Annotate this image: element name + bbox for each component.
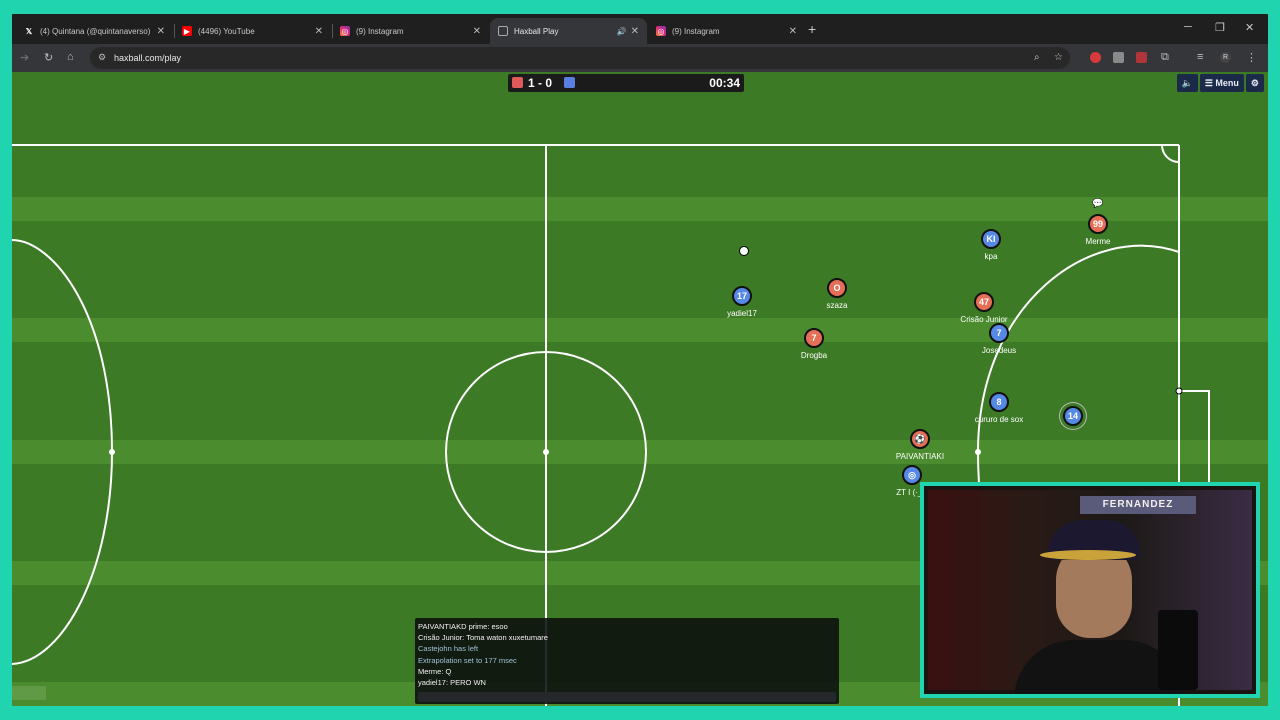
restore-button[interactable]: ❐ <box>1215 21 1225 34</box>
player-disc: KI <box>981 229 1001 249</box>
tab-instagram-2[interactable]: ◎ (9) Instagram ✕ <box>648 18 805 44</box>
chat-bubble-icon: 💬 <box>1092 198 1104 208</box>
extension-icon[interactable] <box>1090 52 1101 63</box>
scoreboard: 1 - 0 00:34 <box>508 74 744 92</box>
tab-strip: 𝕏 (4) Quintana (@quintanaverso) ✕ ▶ (449… <box>12 14 1268 44</box>
player-disc: 8 <box>989 392 1009 412</box>
zoom-icon[interactable]: ⌕ <box>1034 52 1040 63</box>
url-text: haxball.com/play <box>114 53 182 63</box>
toolbar: ➔ ↻ ⌂ ⚙ haxball.com/play ⌕ ☆ ⧉ ≡ R ⋮ <box>12 44 1268 72</box>
tab-x[interactable]: 𝕏 (4) Quintana (@quintanaverso) ✕ <box>16 18 173 44</box>
instagram-icon: ◎ <box>656 26 666 36</box>
player-name: cururo de sox <box>974 415 1024 424</box>
red-team-swatch <box>512 77 523 88</box>
extension-icon[interactable] <box>1113 52 1124 63</box>
haxball-icon <box>498 26 508 36</box>
tab-label: (4) Quintana (@quintanaverso) <box>40 26 151 36</box>
score-text: 1 - 0 <box>528 76 553 90</box>
player-disc: 99 <box>1088 214 1108 234</box>
player-disc: 47 <box>974 292 994 312</box>
site-info-icon[interactable]: ⚙ <box>98 52 106 63</box>
kebab-menu-icon[interactable]: ⋮ <box>1246 51 1257 64</box>
tab-youtube[interactable]: ▶ (4496) YouTube ✕ <box>174 18 331 44</box>
chat-system-message: Extrapolation set to 177 msec <box>418 655 517 665</box>
player-name: Josedeus <box>981 346 1017 355</box>
corner-widget <box>12 686 46 700</box>
player-disc: ◎ <box>902 465 922 485</box>
stream-frame: 𝕏 (4) Quintana (@quintanaverso) ✕ ▶ (449… <box>0 0 1280 720</box>
player-disc: 7 <box>989 323 1009 343</box>
address-bar[interactable]: ⚙ haxball.com/play ⌕ ☆ <box>90 47 1070 69</box>
player-disc-self: 14 <box>1063 406 1083 426</box>
chat-system-message: Castejohn has left <box>418 644 479 654</box>
reload-icon[interactable]: ↻ <box>44 51 53 64</box>
microphone <box>1158 610 1198 690</box>
instagram-icon: ◎ <box>340 26 350 36</box>
x-logo-icon: 𝕏 <box>25 26 33 36</box>
new-tab-button[interactable]: + <box>808 21 816 37</box>
player-name: Crisão Junior <box>960 315 1008 324</box>
bookmark-star-icon[interactable]: ☆ <box>1054 52 1063 63</box>
streamer-cap-brim <box>1040 550 1136 560</box>
close-tab-icon[interactable]: ✕ <box>789 26 797 37</box>
player-name: PAIVANTIAKI <box>895 452 945 461</box>
tab-label: (9) Instagram <box>356 26 404 36</box>
chat-message: Merme: Q <box>418 666 452 676</box>
close-window-button[interactable]: ✕ <box>1245 21 1254 34</box>
extension-icon[interactable] <box>1136 52 1147 63</box>
tab-label: (9) Instagram <box>672 26 720 36</box>
tab-haxball[interactable]: Haxball Play 🔊 ✕ <box>490 18 647 44</box>
profile-avatar[interactable]: R <box>1220 52 1231 63</box>
player-disc: 7 <box>804 328 824 348</box>
webcam-overlay: FERNANDEZ <box>920 482 1260 698</box>
chat-message: yadiel17: PERO WN <box>418 678 486 688</box>
settings-button[interactable]: ⚙ <box>1245 74 1264 92</box>
chat-message: Crisão Junior: Toma waton xuxetumare <box>418 633 548 643</box>
webcam-sign: FERNANDEZ <box>1080 496 1196 514</box>
player-name: Drogba <box>800 351 828 360</box>
player-name: Merme <box>1085 237 1111 246</box>
menu-button[interactable]: ☰ Menu <box>1199 74 1244 92</box>
tab-instagram[interactable]: ◎ (9) Instagram ✕ <box>332 18 489 44</box>
youtube-icon: ▶ <box>182 26 192 36</box>
close-tab-icon[interactable]: ✕ <box>473 26 481 37</box>
ball <box>739 246 749 256</box>
close-tab-icon[interactable]: ✕ <box>157 26 165 37</box>
chat-input[interactable] <box>418 692 836 702</box>
speaker-icon[interactable]: 🔊 <box>617 27 627 36</box>
player-name: kpa <box>984 252 998 261</box>
player-name: szaza <box>826 301 848 310</box>
extensions-puzzle-icon[interactable]: ⧉ <box>1161 51 1169 64</box>
chat-panel: PAIVANTIAKD prime: esoo Crisão Junior: T… <box>415 618 839 704</box>
minimize-button[interactable]: ─ <box>1184 21 1192 33</box>
media-queue-icon[interactable]: ≡ <box>1197 51 1203 63</box>
webcam-feed: FERNANDEZ <box>928 490 1252 694</box>
game-controls: 🔈 ☰ Menu ⚙ <box>1176 74 1264 92</box>
player-disc: 17 <box>732 286 752 306</box>
sound-toggle-button[interactable]: 🔈 <box>1176 74 1198 92</box>
close-tab-icon[interactable]: ✕ <box>315 26 323 37</box>
forward-icon[interactable]: ➔ <box>20 51 29 64</box>
tab-label: Haxball Play <box>514 26 559 36</box>
chat-message: PAIVANTIAKD prime: esoo <box>418 622 508 631</box>
blue-team-swatch <box>564 77 575 88</box>
tab-label: (4496) YouTube <box>198 26 255 36</box>
player-name: yadiel17 <box>727 309 757 318</box>
player-disc: ⚽ <box>910 429 930 449</box>
close-tab-icon[interactable]: ✕ <box>631 26 639 37</box>
match-timer: 00:34 <box>709 76 740 90</box>
player-disc: O <box>827 278 847 298</box>
home-icon[interactable]: ⌂ <box>67 51 74 63</box>
